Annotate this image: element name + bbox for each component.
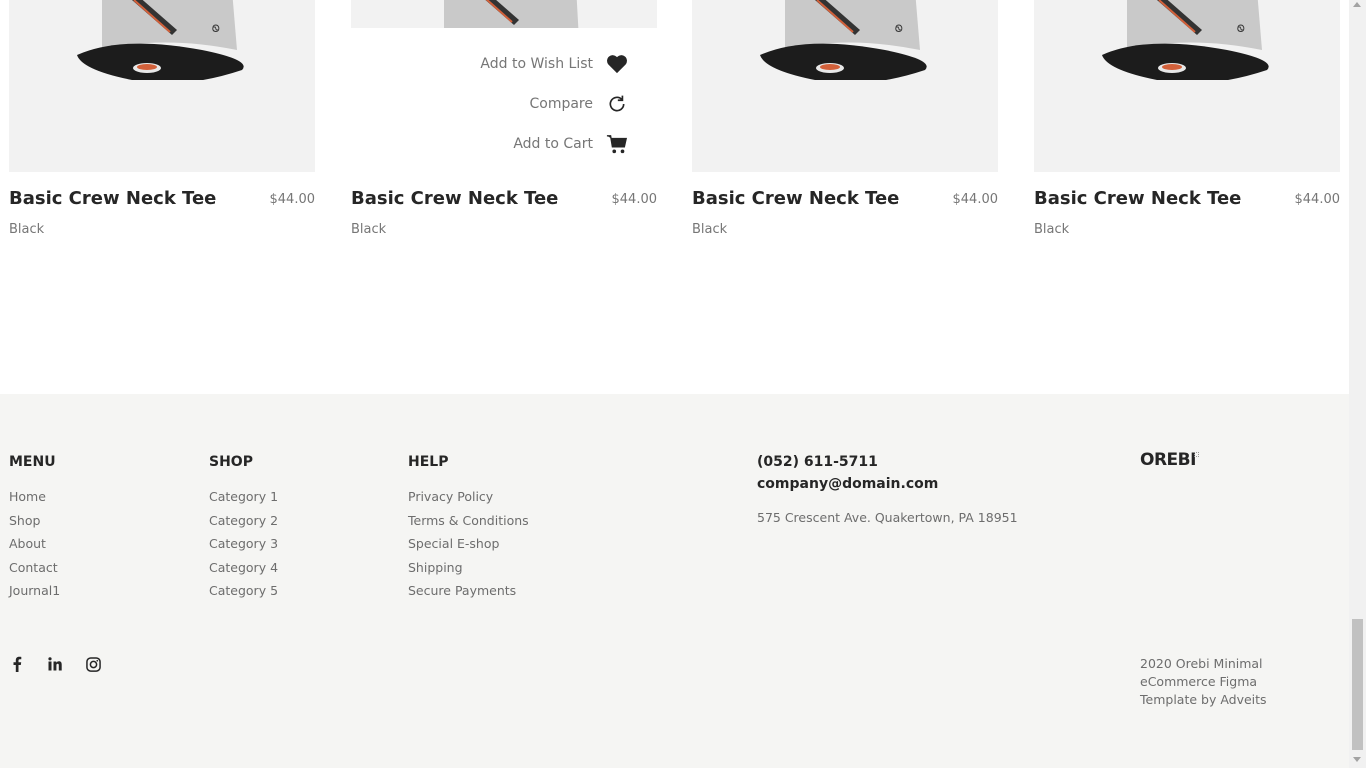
add-to-cart-button[interactable]: Add to Cart — [429, 124, 629, 164]
footer-link-category-1[interactable]: Category 1 — [209, 488, 278, 512]
product-title[interactable]: Basic Crew Neck Tee — [351, 188, 558, 209]
product-color: Black — [9, 222, 45, 237]
svg-text:Ꮻ: Ꮻ — [1237, 24, 1245, 35]
footer-menu-column: MENU Home Shop About Contact Journal1 — [9, 454, 60, 606]
product-price: $44.00 — [952, 192, 999, 207]
footer: MENU Home Shop About Contact Journal1 SH… — [0, 394, 1349, 768]
logo-mark-icon — [1194, 452, 1199, 457]
product-title[interactable]: Basic Crew Neck Tee — [1034, 188, 1241, 209]
contact-address: 575 Crescent Ave. Quakertown, PA 18951 — [757, 510, 1018, 525]
scroll-thumb[interactable] — [1352, 619, 1363, 750]
footer-link-secure-payments[interactable]: Secure Payments — [408, 582, 529, 606]
footer-link-privacy-policy[interactable]: Privacy Policy — [408, 488, 529, 512]
contact-email[interactable]: company@domain.com — [757, 476, 1018, 498]
product-card[interactable]: Ꮻ Basic Crew Neck Tee $44.00 Black — [1034, 0, 1340, 237]
product-price: $44.00 — [611, 192, 658, 207]
page: Ꮻ Basic Crew Neck Tee $44.00 Black Add t… — [0, 0, 1349, 768]
footer-link-terms[interactable]: Terms & Conditions — [408, 512, 529, 536]
footer-contact: (052) 611-5711 company@domain.com 575 Cr… — [757, 454, 1018, 525]
product-title[interactable]: Basic Crew Neck Tee — [9, 188, 216, 209]
logo[interactable]: OREBI — [1140, 450, 1196, 470]
footer-help-column: HELP Privacy Policy Terms & Conditions S… — [408, 454, 529, 606]
footer-link-journal[interactable]: Journal1 — [9, 582, 60, 606]
product-card[interactable]: Ꮻ Basic Crew Neck Tee $44.00 Black — [9, 0, 315, 237]
footer-link-special-eshop[interactable]: Special E-shop — [408, 535, 529, 559]
footer-link-category-3[interactable]: Category 3 — [209, 535, 278, 559]
social-links — [9, 656, 101, 672]
product-image[interactable] — [351, 0, 657, 28]
scroll-down-arrow-icon[interactable] — [1353, 757, 1361, 762]
product-color: Black — [351, 222, 387, 237]
product-image[interactable]: Ꮻ — [692, 0, 998, 172]
footer-link-contact[interactable]: Contact — [9, 559, 60, 583]
footer-help-title: HELP — [408, 454, 449, 470]
footer-link-category-2[interactable]: Category 2 — [209, 512, 278, 536]
product-price: $44.00 — [1294, 192, 1341, 207]
contact-phone[interactable]: (052) 611-5711 — [757, 454, 1018, 476]
footer-link-category-5[interactable]: Category 5 — [209, 582, 278, 606]
product-card[interactable]: Add to Wish List Compare Add to Cart Bas… — [351, 0, 657, 237]
product-card[interactable]: Ꮻ Basic Crew Neck Tee $44.00 Black — [692, 0, 998, 237]
footer-link-shipping[interactable]: Shipping — [408, 559, 529, 583]
compare-button[interactable]: Compare — [429, 84, 629, 124]
product-color: Black — [692, 222, 728, 237]
cart-label: Add to Cart — [513, 136, 593, 152]
hover-actions: Add to Wish List Compare Add to Cart — [429, 44, 629, 164]
footer-link-home[interactable]: Home — [9, 488, 60, 512]
cap-image — [444, 0, 579, 28]
product-image[interactable]: Ꮻ — [1034, 0, 1340, 172]
refresh-icon — [605, 92, 629, 116]
heart-icon — [605, 52, 629, 76]
wishlist-label: Add to Wish List — [480, 56, 593, 72]
footer-shop-title: SHOP — [209, 454, 253, 470]
product-price: $44.00 — [269, 192, 316, 207]
footer-menu-title: MENU — [9, 454, 56, 470]
cap-image: Ꮻ — [1102, 0, 1269, 80]
product-image[interactable]: Ꮻ — [9, 0, 315, 172]
add-to-wishlist-button[interactable]: Add to Wish List — [429, 44, 629, 84]
instagram-icon[interactable] — [85, 656, 101, 672]
footer-link-shop[interactable]: Shop — [9, 512, 60, 536]
footer-link-category-4[interactable]: Category 4 — [209, 559, 278, 583]
svg-text:Ꮻ: Ꮻ — [212, 24, 220, 35]
cap-image: Ꮻ — [77, 0, 244, 80]
footer-shop-column: SHOP Category 1 Category 2 Category 3 Ca… — [209, 454, 278, 606]
compare-label: Compare — [529, 96, 593, 112]
cart-icon — [605, 132, 629, 156]
facebook-icon[interactable] — [9, 656, 25, 672]
product-color: Black — [1034, 222, 1070, 237]
cap-image: Ꮻ — [760, 0, 927, 80]
product-title[interactable]: Basic Crew Neck Tee — [692, 188, 899, 209]
copyright-text: 2020 Orebi Minimal eCommerce Figma Templ… — [1140, 656, 1267, 707]
footer-link-about[interactable]: About — [9, 535, 60, 559]
linkedin-icon[interactable] — [47, 656, 63, 672]
scroll-up-arrow-icon[interactable] — [1353, 2, 1361, 7]
svg-text:Ꮻ: Ꮻ — [895, 24, 903, 35]
